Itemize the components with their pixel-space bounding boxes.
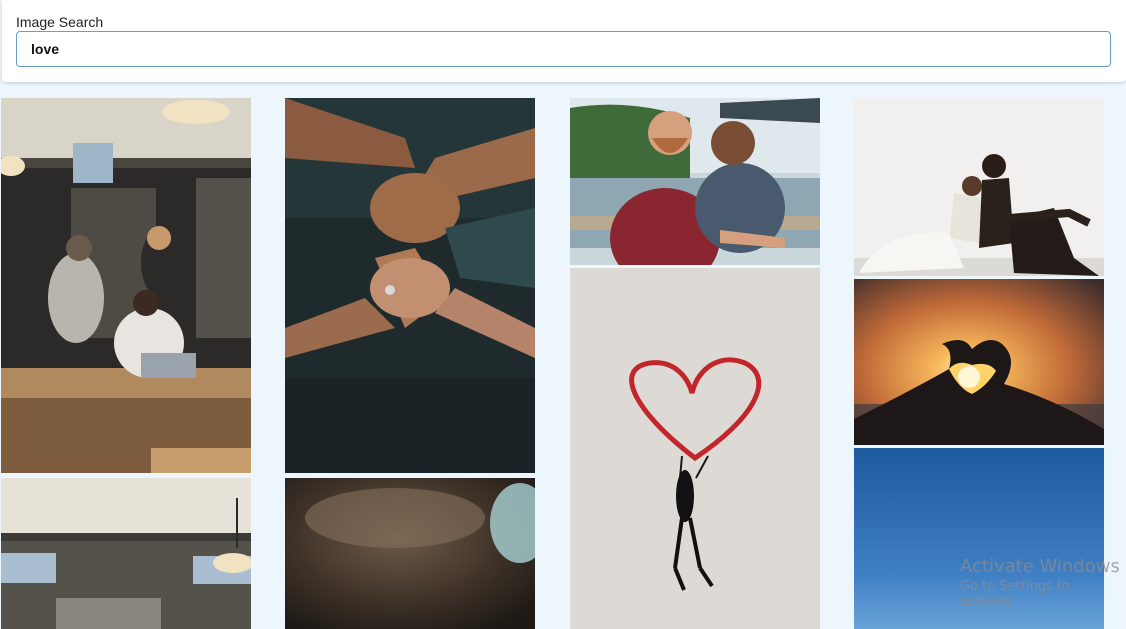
image-result-heart-graffiti[interactable] xyxy=(570,268,820,629)
windows-activation-watermark: Activate Windows Go to Settings to activ… xyxy=(960,556,1126,609)
blurred-closeup-photo xyxy=(285,478,535,629)
couple-sitting-back-to-back-photo xyxy=(854,98,1104,276)
watermark-title: Activate Windows xyxy=(960,556,1120,577)
image-result-holding-hands[interactable] xyxy=(285,98,535,473)
image-result-interior-room[interactable] xyxy=(1,478,251,629)
couple-by-river-photo xyxy=(570,98,820,265)
image-result-hands-heart-sunset[interactable] xyxy=(854,279,1104,445)
search-box[interactable] xyxy=(16,31,1111,67)
interior-room-photo xyxy=(1,478,251,629)
people-in-cafe-masks-photo xyxy=(1,98,251,473)
search-input[interactable] xyxy=(31,32,1091,66)
image-result-couple-back-to-back[interactable] xyxy=(854,98,1104,276)
image-result-blurred-closeup[interactable] xyxy=(285,478,535,629)
heart-graffiti-wall-photo xyxy=(570,268,820,629)
image-result-couple-by-river[interactable] xyxy=(570,98,820,265)
search-header: Image Search xyxy=(2,0,1126,82)
image-result-people-in-cafe[interactable] xyxy=(1,98,251,473)
hands-heart-sunset-photo xyxy=(854,279,1104,445)
watermark-subtitle: Go to Settings to activate xyxy=(960,579,1070,609)
search-label: Image Search xyxy=(16,14,104,30)
holding-hands-photo xyxy=(285,98,535,473)
